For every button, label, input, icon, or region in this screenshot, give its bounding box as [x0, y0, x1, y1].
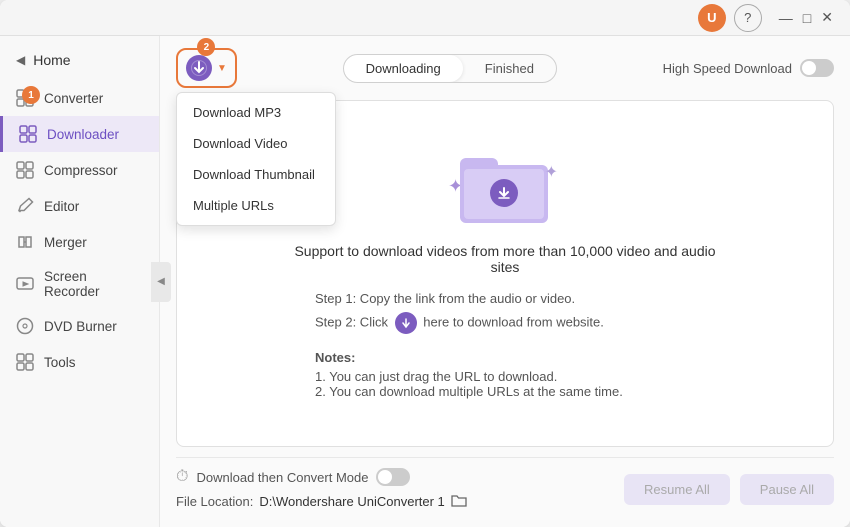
- bottom-left-controls: ⏱ Download then Convert Mode File Locati…: [176, 468, 467, 511]
- sidebar-item-dvd-burner[interactable]: DVD Burner: [0, 308, 159, 344]
- file-location-label: File Location:: [176, 494, 253, 509]
- back-arrow-icon: ◀: [16, 53, 25, 67]
- notes-section: Notes: 1. You can just drag the URL to d…: [315, 350, 695, 399]
- step2-prefix: Step 2: Click: [315, 314, 388, 329]
- maximize-button[interactable]: □: [798, 8, 816, 28]
- user-avatar[interactable]: U: [698, 4, 726, 32]
- sidebar-item-editor[interactable]: Editor: [0, 188, 159, 224]
- sidebar-item-label-editor: Editor: [44, 199, 79, 214]
- sidebar-item-label-compressor: Compressor: [44, 163, 118, 178]
- resume-all-button[interactable]: Resume All: [624, 474, 730, 505]
- folder-download-arrow-icon: [490, 179, 518, 207]
- dropdown-item-mp3[interactable]: Download MP3: [177, 97, 335, 128]
- bottom-right-actions: Resume All Pause All: [624, 474, 834, 505]
- editor-icon: [16, 197, 34, 215]
- step2-text: Step 2: Click here to download from webs…: [315, 312, 695, 334]
- toolbar: 2 ▼ Download MP3 D: [176, 48, 834, 88]
- speed-toggle-label: High Speed Download: [663, 61, 792, 76]
- support-text: Support to download videos from more tha…: [294, 243, 715, 275]
- dropdown-arrow-icon: ▼: [217, 63, 227, 74]
- convert-mode-row: ⏱ Download then Convert Mode: [176, 468, 467, 486]
- dropdown-item-thumbnail[interactable]: Download Thumbnail: [177, 159, 335, 190]
- notes-title: Notes:: [315, 350, 695, 365]
- file-path: D:\Wondershare UniConverter 1: [259, 494, 444, 509]
- dropdown-item-multiple-urls[interactable]: Multiple URLs: [177, 190, 335, 221]
- sidebar-item-merger[interactable]: Merger: [0, 224, 159, 260]
- sparkle-decoration-icon: ✦: [545, 162, 558, 182]
- sidebar-item-label-screen-recorder: Screen Recorder: [44, 269, 143, 299]
- bottom-bar: ⏱ Download then Convert Mode File Locati…: [176, 457, 834, 515]
- sidebar-item-screen-recorder[interactable]: Screen Recorder: [0, 260, 159, 308]
- folder-open-button[interactable]: [451, 492, 467, 511]
- sidebar-item-label-converter: Converter: [44, 91, 103, 106]
- add-download-icon: [186, 55, 212, 81]
- download-button-wrapper: 2 ▼ Download MP3 D: [176, 48, 237, 88]
- folder-body: [460, 165, 548, 223]
- convert-mode-label: Download then Convert Mode: [196, 470, 368, 485]
- sidebar-item-converter[interactable]: Converter 1: [0, 80, 159, 116]
- pause-all-button[interactable]: Pause All: [740, 474, 834, 505]
- compressor-icon: [16, 161, 34, 179]
- sidebar: ◀ Home Converter 1: [0, 36, 160, 527]
- sidebar-item-label-merger: Merger: [44, 235, 87, 250]
- sidebar-item-compressor[interactable]: Compressor: [0, 152, 159, 188]
- tab-downloading[interactable]: Downloading: [344, 55, 463, 82]
- screen-recorder-icon: [16, 275, 34, 293]
- folder-illustration: ✦ ✦: [460, 148, 550, 223]
- convert-mode-toggle[interactable]: [376, 468, 410, 486]
- minimize-button[interactable]: —: [774, 8, 798, 28]
- converter-badge: 1: [22, 86, 40, 104]
- app-window: U ? — □ ✕ ◀ Home Conv: [0, 0, 850, 527]
- sidebar-item-tools[interactable]: Tools: [0, 344, 159, 380]
- sidebar-item-label-downloader: Downloader: [47, 127, 119, 142]
- tab-group: Downloading Finished: [343, 54, 557, 83]
- dvd-burner-icon: [16, 317, 34, 335]
- note1: 1. You can just drag the URL to download…: [315, 369, 695, 384]
- note2: 2. You can download multiple URLs at the…: [315, 384, 695, 399]
- content-area: 2 ▼ Download MP3 D: [160, 36, 850, 527]
- sidebar-item-label-tools: Tools: [44, 355, 76, 370]
- speed-toggle-group: High Speed Download: [663, 59, 834, 77]
- step2-suffix: here to download from website.: [423, 314, 604, 329]
- speed-toggle-thumb: [802, 61, 816, 75]
- home-label: Home: [33, 52, 70, 68]
- convert-mode-toggle-thumb: [378, 470, 392, 484]
- folder-inner: [464, 169, 544, 219]
- step2-icon: [395, 312, 417, 334]
- timer-icon: ⏱: [176, 468, 188, 486]
- sidebar-collapse-button[interactable]: ◀: [151, 262, 171, 302]
- help-button[interactable]: ?: [734, 4, 762, 32]
- close-button[interactable]: ✕: [816, 7, 838, 28]
- speed-toggle-switch[interactable]: [800, 59, 834, 77]
- dropdown-item-video[interactable]: Download Video: [177, 128, 335, 159]
- download-dropdown-menu: Download MP3 Download Video Download Thu…: [176, 92, 336, 226]
- merger-icon: [16, 233, 34, 251]
- downloader-icon: [19, 125, 37, 143]
- tab-finished[interactable]: Finished: [463, 55, 556, 82]
- sidebar-item-downloader[interactable]: Downloader: [0, 116, 159, 152]
- tools-icon: [16, 353, 34, 371]
- file-location-row: File Location: D:\Wondershare UniConvert…: [176, 492, 467, 511]
- sidebar-item-label-dvd-burner: DVD Burner: [44, 319, 117, 334]
- title-bar: U ? — □ ✕: [0, 0, 850, 36]
- step1-text: Step 1: Copy the link from the audio or …: [315, 291, 695, 306]
- download-badge: 2: [197, 38, 215, 56]
- sidebar-home[interactable]: ◀ Home: [0, 44, 159, 76]
